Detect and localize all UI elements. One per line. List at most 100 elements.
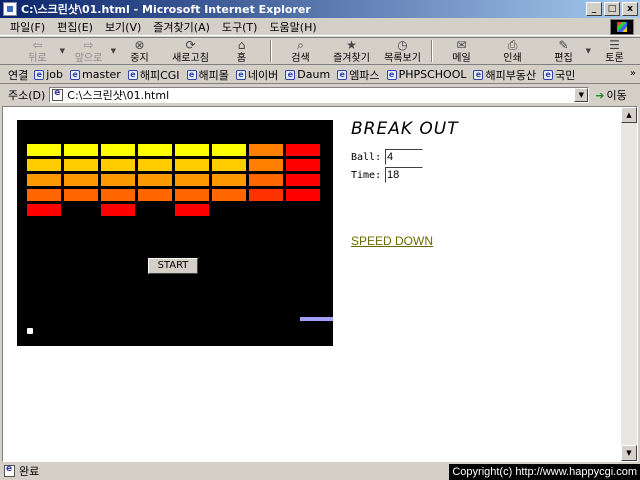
ie-page-icon: e [543, 69, 554, 80]
scroll-up-button[interactable]: ▲ [621, 107, 637, 123]
link-job[interactable]: e job [34, 68, 63, 81]
link-text: 해피CGI [139, 68, 180, 82]
scroll-down-button[interactable]: ▼ [621, 445, 637, 461]
link-happycgi[interactable]: e 해피CGI [127, 67, 180, 83]
links-more-chevron[interactable]: » [630, 68, 636, 79]
brick [286, 144, 320, 156]
go-button[interactable]: ➜ 이동 [595, 87, 626, 103]
brick [138, 174, 172, 186]
brick [286, 159, 320, 171]
home-button[interactable]: ⌂ 홈 [216, 37, 267, 65]
link-phpschool[interactable]: e PHPSCHOOL [386, 68, 466, 81]
brick [138, 159, 172, 171]
link-naver[interactable]: e 네이버 [235, 67, 278, 83]
brick [286, 174, 320, 186]
brick [27, 174, 61, 186]
back-label: 뒤로 [28, 52, 47, 64]
favorites-button[interactable]: ★ 즐겨찾기 [326, 37, 377, 65]
go-label: 이동 [606, 89, 627, 102]
brick [64, 189, 98, 201]
home-icon: ⌂ [237, 38, 246, 52]
link-empas[interactable]: e 엠파스 [337, 67, 380, 83]
discuss-button[interactable]: ☰ 토론 [589, 37, 640, 65]
page-icon [52, 88, 64, 101]
menu-tools[interactable]: 도구(T) [216, 19, 264, 35]
brick [286, 189, 320, 201]
print-label: 인쇄 [503, 52, 522, 64]
time-field[interactable] [385, 167, 423, 183]
brick [138, 144, 172, 156]
standard-toolbar: ⇦ 뒤로 ▼ ⇨ 앞으로 ▼ ⊗ 중지 ⟳ 새로고침 ⌂ 홈 ⌕ 검색 ★ 즐겨… [0, 37, 640, 65]
page-viewport: START BREAK OUT Ball: Time: SPEED DOWN ▲… [2, 106, 638, 462]
search-button[interactable]: ⌕ 검색 [275, 37, 326, 65]
brick [249, 159, 283, 171]
brick [212, 159, 246, 171]
go-arrow-icon: ➜ [595, 88, 605, 102]
link-happymall[interactable]: e 해피몰 [186, 67, 229, 83]
home-label: 홈 [236, 52, 247, 64]
refresh-label: 새로고침 [172, 52, 209, 64]
refresh-icon: ⟳ [185, 38, 196, 52]
brick [64, 144, 98, 156]
history-button[interactable]: ◷ 목록보기 [377, 37, 428, 65]
back-button[interactable]: ⇦ 뒤로 ▼ [12, 37, 65, 65]
ie-page-icon: e [127, 69, 138, 80]
title-bar: C:\스크린샷\01.html - Microsoft Internet Exp… [0, 0, 640, 18]
links-bar: 연결 e job e master e 해피CGI e 해피몰 e 네이버 e Daum e… [0, 66, 640, 84]
link-master[interactable]: e master [70, 68, 121, 81]
menu-file[interactable]: 파일(F) [4, 19, 51, 35]
address-bar: 주소(D) C:\스크린샷\01.html ▼ ➜ 이동 [0, 85, 640, 105]
print-button[interactable]: ⎙ 인쇄 [487, 37, 538, 65]
time-label: Time: [351, 169, 382, 181]
edit-icon: ✎ [558, 38, 569, 52]
history-icon: ◷ [397, 38, 408, 52]
address-input[interactable]: C:\스크린샷\01.html ▼ [49, 87, 590, 103]
vertical-scrollbar[interactable]: ▲ ▼ [621, 107, 637, 461]
link-text: 국민 [555, 68, 576, 82]
brick [27, 159, 61, 171]
forward-arrow-icon: ⇨ [83, 38, 94, 52]
ie-page-icon: e [235, 69, 246, 80]
link-text: Daum [297, 68, 331, 81]
speed-down-link[interactable]: SPEED DOWN [351, 234, 433, 248]
address-dropdown-button[interactable]: ▼ [574, 88, 589, 102]
game-board[interactable]: START [17, 120, 333, 346]
ball-count-field[interactable] [385, 149, 423, 165]
menu-help[interactable]: 도움말(H) [263, 19, 322, 35]
minimize-button[interactable]: _ [586, 2, 602, 16]
brick [212, 189, 246, 201]
ie-page-icon: e [34, 69, 45, 80]
favorites-label: 즐겨찾기 [333, 52, 370, 64]
stop-label: 중지 [130, 52, 149, 64]
mail-label: 메일 [452, 52, 471, 64]
brick [175, 159, 209, 171]
menu-favorites[interactable]: 즐겨찾기(A) [147, 19, 216, 35]
brick [64, 174, 98, 186]
brick [101, 204, 135, 216]
window-controls: _ □ x [586, 2, 638, 16]
forward-button[interactable]: ⇨ 앞으로 ▼ [63, 37, 116, 65]
side-panel: BREAK OUT Ball: Time: [351, 119, 459, 183]
brick [138, 189, 172, 201]
ball-label: Ball: [351, 151, 382, 163]
mail-button[interactable]: ✉ 메일 [436, 37, 487, 65]
windows-logo-icon [610, 19, 634, 35]
brick [27, 204, 61, 216]
menu-view[interactable]: 보기(V) [99, 19, 147, 35]
close-button[interactable]: x [622, 2, 638, 16]
edit-button[interactable]: ✎ 편집 ▼ [538, 37, 591, 65]
ie-page-icon: e [70, 69, 81, 80]
paddle[interactable] [300, 317, 333, 321]
link-happy-realestate[interactable]: e 해피부동산 [473, 67, 536, 83]
refresh-button[interactable]: ⟳ 새로고침 [165, 37, 216, 65]
link-daum[interactable]: e Daum [285, 68, 330, 81]
maximize-button[interactable]: □ [604, 2, 620, 16]
ie-page-icon: e [186, 69, 197, 80]
menu-edit[interactable]: 편집(E) [51, 19, 99, 35]
time-row: Time: [351, 167, 459, 183]
ie-page-icon: e [473, 69, 484, 80]
stop-button[interactable]: ⊗ 중지 [114, 37, 165, 65]
address-label: 주소(D) [8, 89, 46, 102]
start-button[interactable]: START [148, 258, 198, 274]
link-kookmin[interactable]: e 국민 [543, 67, 575, 83]
